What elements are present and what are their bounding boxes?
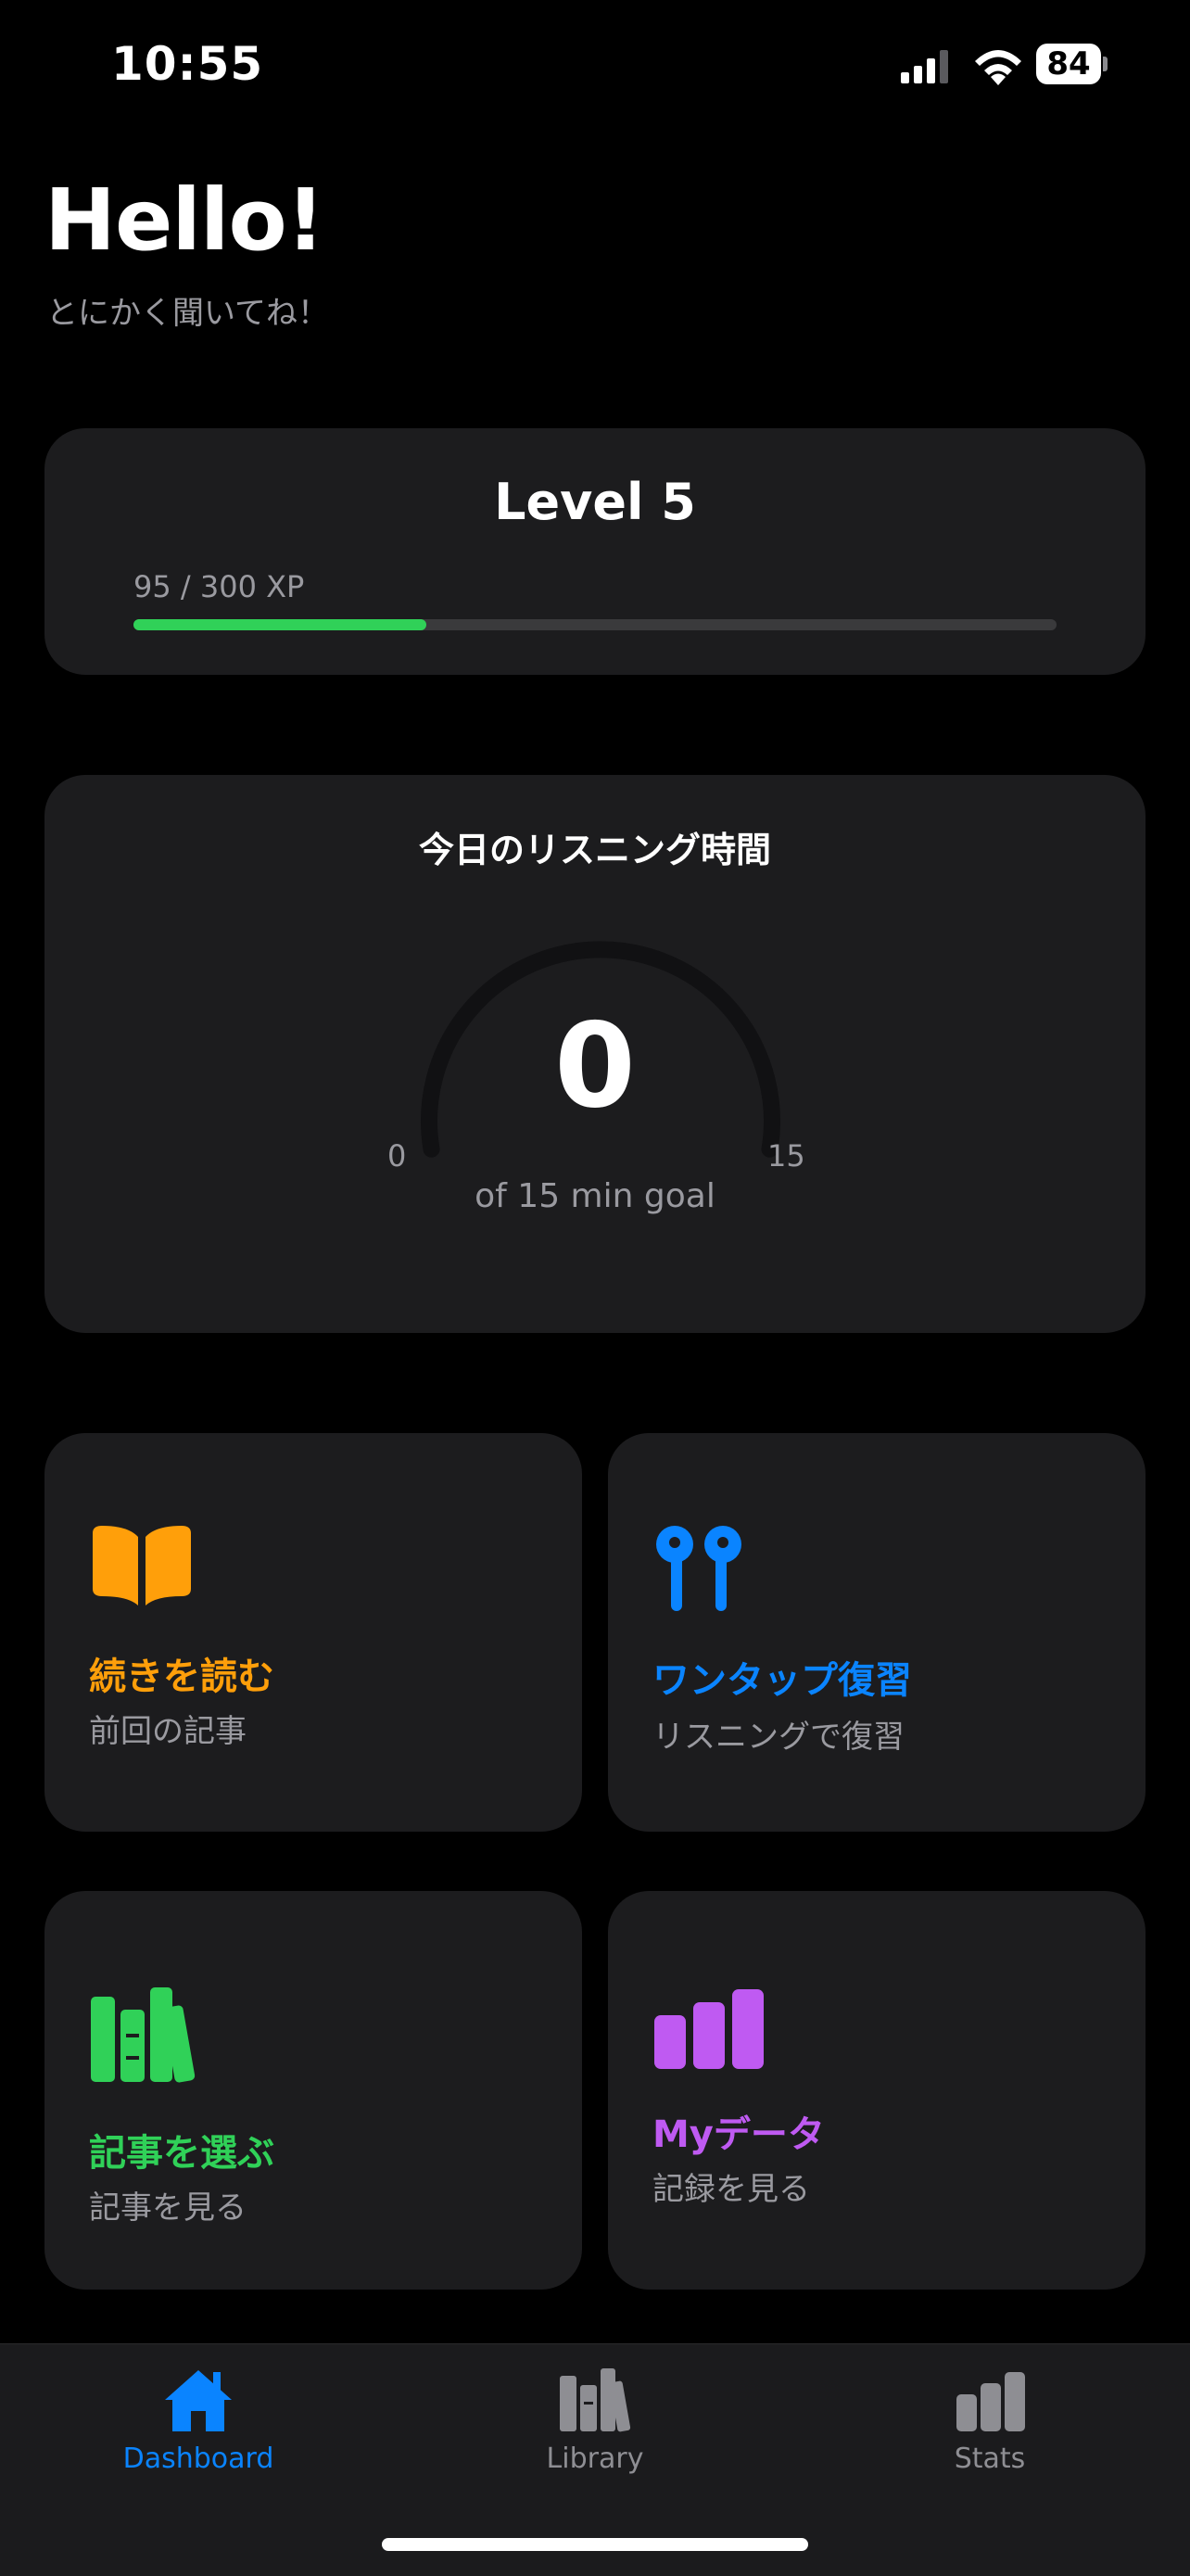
tile-subtitle: 記事を見る <box>89 2189 247 2227</box>
books-icon <box>91 1987 196 2083</box>
wifi-icon <box>975 50 1021 85</box>
battery-icon: 84 <box>1036 44 1108 86</box>
tile-subtitle: リスニングで復習 <box>652 1719 905 1756</box>
one-tap-review-tile[interactable]: ワンタップ復習 リスニングで復習 <box>608 1433 1146 1832</box>
goal-text: of 15 min goal <box>475 1177 715 1215</box>
bar-chart-icon <box>956 2372 1025 2431</box>
tile-title: 続きを読む <box>89 1656 274 1698</box>
tile-title: ワンタップ復習 <box>652 1659 912 1702</box>
tile-title: Myデータ <box>652 2113 825 2156</box>
tile-title: 記事を選ぶ <box>89 2132 274 2175</box>
tab-label: Library <box>546 2443 644 2475</box>
listening-time-card: 今日のリスニング時間 0 0 15 of 15 min goal <box>44 775 1146 1333</box>
earbuds-icon <box>656 1526 741 1611</box>
open-book-icon <box>93 1526 191 1605</box>
tab-label: Stats <box>954 2443 1026 2475</box>
level-title: Level 5 <box>494 473 696 531</box>
status-time: 10:55 <box>111 37 264 91</box>
gauge-min-label: 0 <box>387 1138 407 1174</box>
page-title: Hello! <box>44 171 325 270</box>
xp-progress-fill <box>133 619 426 630</box>
battery-level: 84 <box>1046 45 1091 82</box>
tab-label: Dashboard <box>122 2443 274 2475</box>
my-data-tile[interactable]: Myデータ 記録を見る <box>608 1891 1146 2290</box>
status-bar: 10:55 84 <box>0 0 1190 130</box>
choose-article-tile[interactable]: 記事を選ぶ 記事を見る <box>44 1891 582 2290</box>
xp-text: 95 / 300 XP <box>133 569 305 604</box>
listening-title: 今日のリスニング時間 <box>418 830 771 870</box>
house-icon <box>165 2370 232 2431</box>
books-icon <box>560 2368 631 2432</box>
level-card: Level 5 95 / 300 XP <box>44 428 1146 675</box>
home-indicator <box>382 2538 808 2551</box>
continue-reading-tile[interactable]: 続きを読む 前回の記事 <box>44 1433 582 1832</box>
page-subtitle: とにかく聞いてね！ <box>46 295 329 332</box>
bar-chart-icon <box>654 1989 764 2069</box>
tile-subtitle: 前回の記事 <box>89 1713 247 1750</box>
listening-minutes: 0 <box>554 997 636 1134</box>
signal-icon <box>901 50 948 83</box>
gauge-max-label: 15 <box>767 1138 805 1174</box>
tile-subtitle: 記録を見る <box>652 2171 810 2208</box>
tab-stats[interactable]: Stats <box>851 2344 1129 2493</box>
tab-dashboard[interactable]: Dashboard <box>59 2344 337 2493</box>
xp-progress-bar <box>133 619 1057 630</box>
tab-library[interactable]: Library <box>456 2344 734 2493</box>
